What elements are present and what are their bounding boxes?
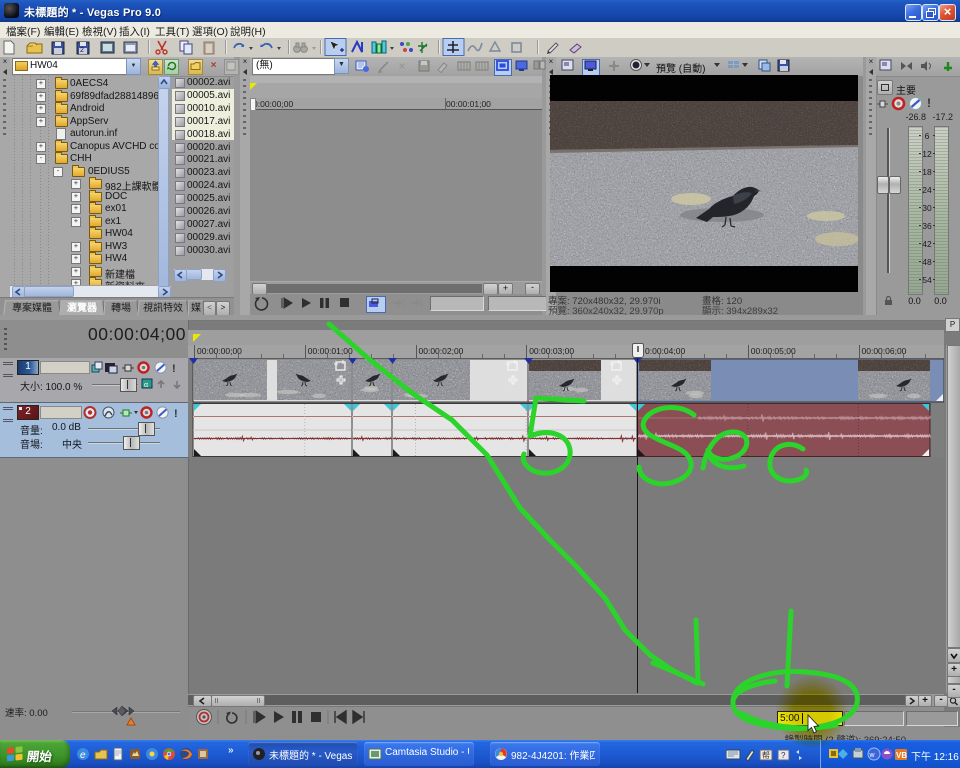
- svg-text:w: w: [869, 752, 876, 759]
- svg-text:!: !: [172, 363, 176, 375]
- svg-text:α: α: [144, 382, 148, 389]
- svg-text:2: 2: [80, 47, 84, 54]
- svg-text:帮: 帮: [762, 750, 770, 760]
- svg-text:!: !: [174, 408, 178, 420]
- svg-text:?: ?: [781, 751, 786, 760]
- svg-text:e: e: [80, 750, 86, 761]
- svg-text:VB: VB: [896, 751, 907, 760]
